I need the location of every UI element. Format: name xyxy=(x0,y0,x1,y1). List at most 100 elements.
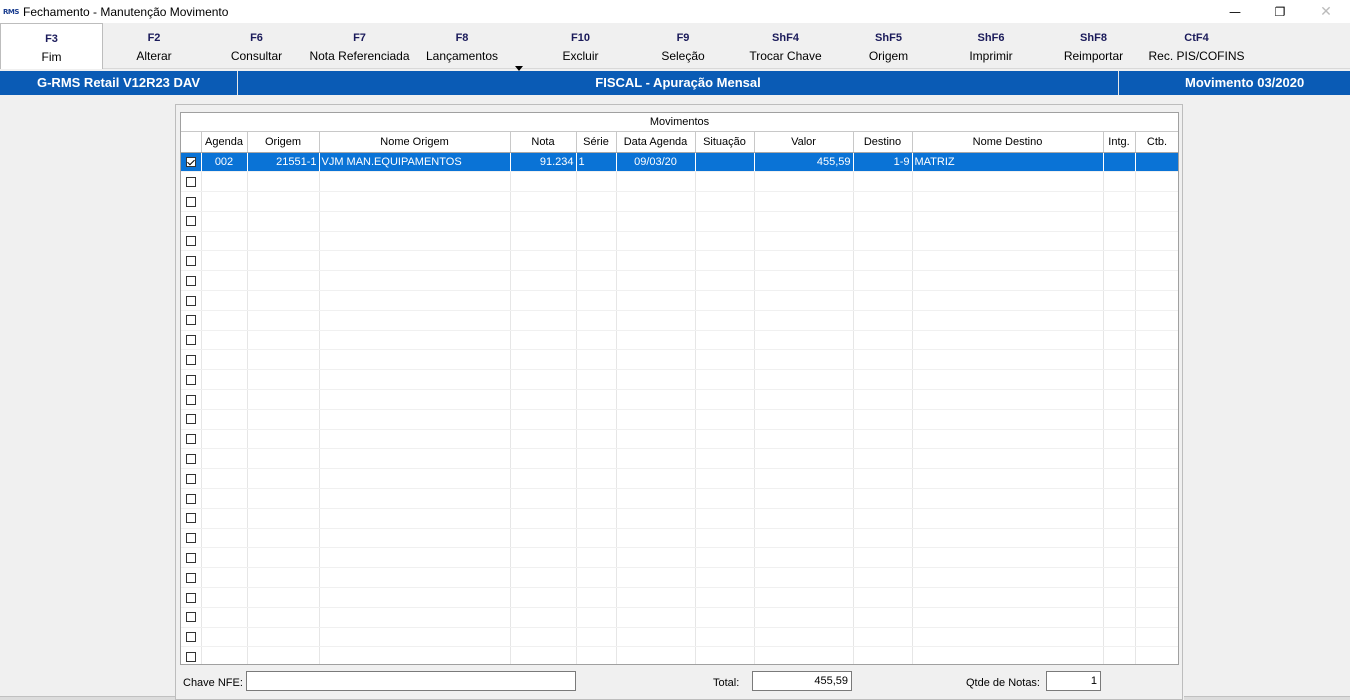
row-checkbox[interactable] xyxy=(185,236,196,247)
column-header-valor[interactable]: Valor xyxy=(754,132,854,153)
table-row-empty[interactable] xyxy=(181,250,1178,272)
row-checkbox-cell[interactable] xyxy=(181,567,202,589)
row-checkbox[interactable] xyxy=(185,196,196,207)
chave-nfe-input[interactable] xyxy=(246,671,576,691)
row-checkbox[interactable] xyxy=(185,533,196,544)
row-checkbox[interactable] xyxy=(185,335,196,346)
column-header-nome-destino[interactable]: Nome Destino xyxy=(912,132,1104,153)
row-checkbox-cell[interactable] xyxy=(181,547,202,569)
column-header-intg[interactable]: Intg. xyxy=(1103,132,1136,153)
column-header-select[interactable] xyxy=(181,132,202,153)
table-row-empty[interactable] xyxy=(181,607,1178,628)
row-checkbox[interactable] xyxy=(185,275,196,286)
minimize-button[interactable]: — xyxy=(1212,0,1258,23)
toolbar-button-selecao[interactable]: F9 Seleção xyxy=(632,23,734,69)
row-checkbox-cell[interactable] xyxy=(181,191,202,212)
row-checkbox[interactable] xyxy=(185,354,196,365)
table-row-empty[interactable] xyxy=(181,448,1178,470)
row-checkbox-cell[interactable] xyxy=(181,310,202,331)
row-checkbox[interactable] xyxy=(185,651,196,662)
close-button[interactable]: ✕ xyxy=(1303,0,1349,23)
row-checkbox-cell[interactable] xyxy=(181,448,202,470)
row-checkbox[interactable] xyxy=(185,612,196,623)
toolbar-button-origem[interactable]: ShF5 Origem xyxy=(837,23,940,69)
row-checkbox[interactable] xyxy=(185,216,196,227)
row-checkbox[interactable] xyxy=(185,513,196,524)
table-row-empty[interactable] xyxy=(181,389,1178,410)
table-row-empty[interactable] xyxy=(181,587,1178,608)
row-checkbox[interactable] xyxy=(185,295,196,306)
toolbar-button-alterar[interactable]: F2 Alterar xyxy=(103,23,205,69)
row-checkbox[interactable] xyxy=(185,414,196,425)
row-checkbox-cell[interactable] xyxy=(181,231,202,252)
toolbar-button-trocar-chave[interactable]: ShF4 Trocar Chave xyxy=(734,23,837,69)
toolbar-button-reimportar[interactable]: ShF8 Reimportar xyxy=(1042,23,1145,69)
row-checkbox-cell[interactable] xyxy=(181,409,202,430)
row-checkbox-cell[interactable] xyxy=(181,369,202,391)
row-checkbox-cell[interactable] xyxy=(181,330,202,351)
row-checkbox[interactable] xyxy=(185,394,196,405)
column-header-serie[interactable]: Série xyxy=(576,132,617,153)
row-checkbox[interactable] xyxy=(185,552,196,563)
table-row-empty[interactable] xyxy=(181,349,1178,371)
table-row-empty[interactable] xyxy=(181,290,1178,311)
table-row-empty[interactable] xyxy=(181,369,1178,391)
table-row-empty[interactable] xyxy=(181,211,1178,232)
toolbar-button-rec-pis-cofins[interactable]: CtF4 Rec. PIS/COFINS xyxy=(1145,23,1248,69)
table-row-empty[interactable] xyxy=(181,171,1178,193)
table-row-empty[interactable] xyxy=(181,191,1178,212)
table-row-empty[interactable] xyxy=(181,468,1178,490)
row-checkbox[interactable] xyxy=(185,374,196,385)
row-checkbox[interactable] xyxy=(185,572,196,583)
row-checkbox-cell[interactable] xyxy=(181,349,202,371)
table-row-empty[interactable] xyxy=(181,508,1178,529)
table-row-empty[interactable] xyxy=(181,646,1178,664)
row-checkbox-cell[interactable] xyxy=(181,646,202,664)
column-header-origem[interactable]: Origem xyxy=(247,132,320,153)
row-checkbox-cell[interactable] xyxy=(181,468,202,490)
toolbar-button-imprimir[interactable]: ShF6 Imprimir xyxy=(940,23,1042,69)
table-row-empty[interactable] xyxy=(181,231,1178,252)
row-checkbox[interactable] xyxy=(185,592,196,603)
row-checkbox-cell[interactable] xyxy=(181,250,202,272)
column-header-nome-origem[interactable]: Nome Origem xyxy=(319,132,511,153)
column-header-situacao[interactable]: Situação xyxy=(695,132,755,153)
row-checkbox-cell[interactable] xyxy=(181,607,202,628)
restore-button[interactable]: ❐ xyxy=(1257,0,1303,23)
toolbar-button-lancamentos[interactable]: F8 Lançamentos xyxy=(411,23,513,69)
table-row-empty[interactable] xyxy=(181,429,1178,450)
toolbar-button-nota-referenciada[interactable]: F7 Nota Referenciada xyxy=(308,23,411,69)
toolbar-button-consultar[interactable]: F6 Consultar xyxy=(205,23,308,69)
table-row-empty[interactable] xyxy=(181,528,1178,549)
row-checkbox-cell[interactable] xyxy=(181,211,202,232)
row-checkbox[interactable] xyxy=(185,453,196,464)
table-row-empty[interactable] xyxy=(181,488,1178,509)
row-checkbox-cell[interactable] xyxy=(181,171,202,193)
table-row-empty[interactable] xyxy=(181,547,1178,569)
column-header-nota[interactable]: Nota xyxy=(510,132,577,153)
row-checkbox[interactable] xyxy=(185,255,196,266)
row-checkbox[interactable] xyxy=(185,315,196,326)
row-checkbox[interactable] xyxy=(185,434,196,445)
row-checkbox[interactable] xyxy=(185,473,196,484)
row-checkbox-cell[interactable] xyxy=(181,627,202,648)
row-checkbox[interactable] xyxy=(185,156,196,167)
row-checkbox-cell[interactable] xyxy=(181,429,202,450)
table-row-empty[interactable] xyxy=(181,567,1178,589)
toolbar-button-fim[interactable]: F3 Fim xyxy=(0,23,103,69)
row-checkbox-cell[interactable] xyxy=(181,389,202,410)
column-header-data-agenda[interactable]: Data Agenda xyxy=(616,132,696,153)
row-checkbox[interactable] xyxy=(185,176,196,187)
table-row-empty[interactable] xyxy=(181,627,1178,648)
table-row-empty[interactable] xyxy=(181,330,1178,351)
row-checkbox-cell[interactable] xyxy=(181,270,202,292)
table-row[interactable]: 002 21551-1 VJM MAN.EQUIPAMENTOS 91.234 … xyxy=(181,152,1178,173)
row-checkbox[interactable] xyxy=(185,493,196,504)
table-row-empty[interactable] xyxy=(181,270,1178,292)
table-row-empty[interactable] xyxy=(181,409,1178,430)
row-checkbox[interactable] xyxy=(185,632,196,643)
row-checkbox-cell[interactable] xyxy=(181,528,202,549)
column-header-agenda[interactable]: Agenda xyxy=(201,132,248,153)
table-row-empty[interactable] xyxy=(181,310,1178,331)
column-header-ctb[interactable]: Ctb. xyxy=(1135,132,1178,153)
